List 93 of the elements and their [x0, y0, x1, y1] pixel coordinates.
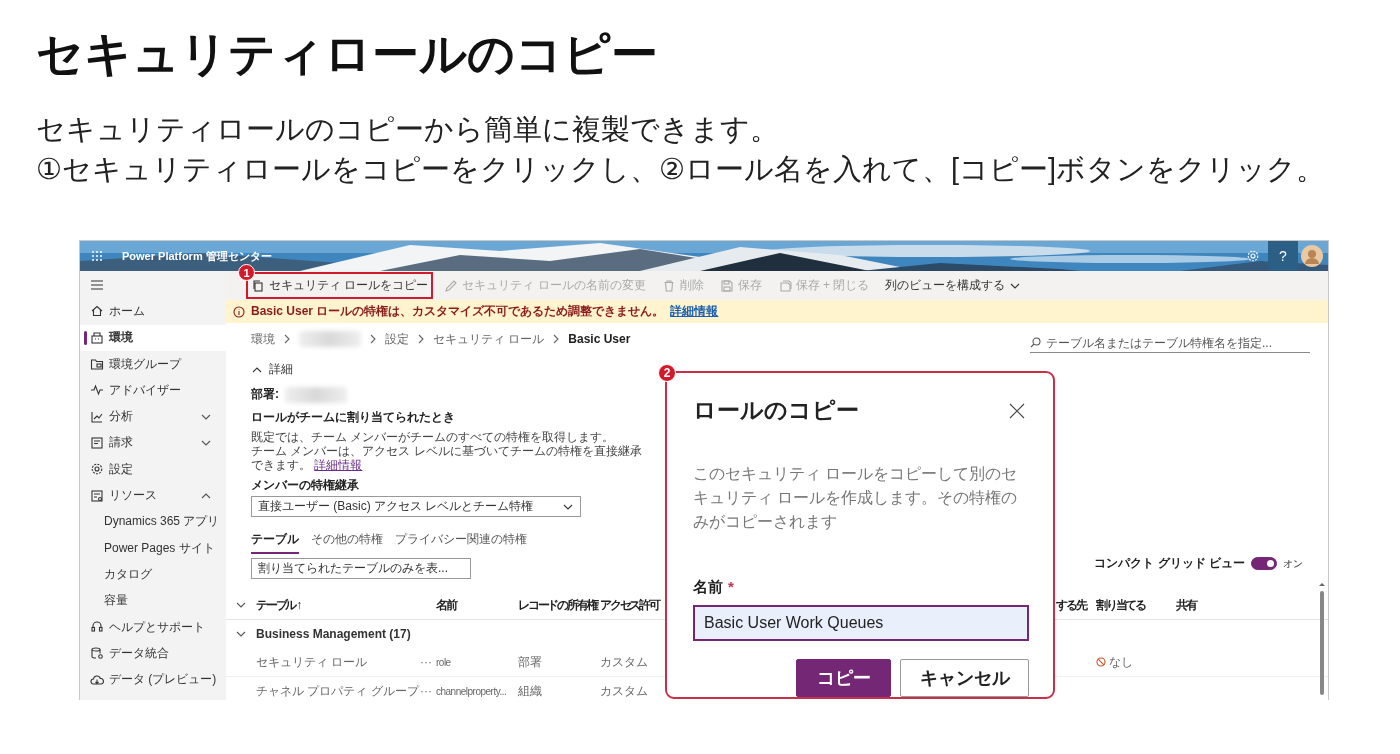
column-header[interactable]: する先: [1056, 591, 1096, 620]
sidebar-item[interactable]: 分析: [80, 403, 226, 430]
slide-text: ①セキュリティロールをコピーをクリックし、②ロール名を入れて、[コピー]ボタンをクリック。: [36, 152, 1327, 186]
slide-title: セキュリティロールのコピー: [36, 26, 659, 82]
dialog-text: このセキュリティ ロールをコピーして別のセキュリティ ロールを作成します。その特権のみがコピーされます: [693, 464, 1019, 532]
toggle-label: コンパクト グリッド ビュー: [1094, 555, 1245, 572]
sidebar-item[interactable]: 環境: [80, 324, 226, 351]
group-header: Business Management (17): [256, 626, 412, 643]
table-cell: なし: [1109, 653, 1133, 671]
filter-field[interactable]: 割り当てられたテーブルのみを表...: [251, 558, 471, 579]
help-text: 既定では、チーム メンバーがチームのすべての特権を取得します。: [251, 430, 615, 444]
help-text: チーム メンバーは、アクセス レベルに基づいてチームの特権を直接継承できます。 詳細情報: [251, 444, 643, 472]
command-button[interactable]: 列のビューを構成する: [882, 274, 1025, 297]
sidebar-item[interactable]: ホーム: [80, 298, 226, 325]
sidebar-item[interactable]: 環境グループ: [80, 350, 226, 378]
redacted-blur: [299, 331, 361, 347]
receipt-icon: [90, 435, 104, 450]
search-field[interactable]: テーブル名またはテーブル特権名を指定...: [1030, 333, 1310, 353]
breadcrumb-link[interactable]: セキュリティ ロール: [433, 330, 545, 348]
column-header[interactable]: テーブル ↑: [256, 591, 436, 620]
sidebar-item[interactable]: 請求: [80, 429, 226, 457]
column-header[interactable]: レコードの所有権: [518, 591, 600, 620]
gear-icon: [90, 462, 104, 477]
close-icon: [1008, 401, 1026, 420]
pencil-icon: [444, 278, 459, 293]
cloud-icon: [90, 672, 104, 687]
field-label: 名前: [693, 578, 723, 597]
waffle-icon: [91, 250, 103, 262]
help-link[interactable]: 詳細情報: [314, 458, 363, 472]
folder-icon: [90, 357, 104, 372]
breadcrumb-link[interactable]: 環境: [251, 330, 275, 348]
toggle-state: オン: [1283, 556, 1303, 571]
app-title: Power Platform 管理センター: [122, 248, 272, 264]
table-cell: セキュリティ ロール: [256, 648, 420, 677]
sidebar-item[interactable]: カタログ: [80, 561, 226, 588]
notice-link[interactable]: 詳細情報: [670, 303, 719, 320]
column-header[interactable]: 割り当てる: [1096, 591, 1176, 620]
inheritance-dropdown[interactable]: 直接ユーザー (Basic) アクセス レベルとチーム特権: [251, 496, 581, 517]
notice-text: Basic User ロールの特権は、カスタマイズ不可であるため調整できません。: [251, 303, 665, 320]
sidebar-item[interactable]: 容量: [80, 587, 226, 614]
copy-button[interactable]: コピー: [796, 659, 891, 697]
sidebar-item[interactable]: データ統合: [80, 640, 226, 667]
field-label: メンバーの特権継承: [251, 477, 359, 494]
table-cell: 組織: [518, 677, 600, 700]
scrollbar[interactable]: [1318, 581, 1326, 695]
name-field[interactable]: Basic User Work Queues: [693, 605, 1029, 641]
gear-icon: [1246, 249, 1260, 263]
database-icon: [90, 646, 104, 661]
table-cell: channelproperty...: [436, 677, 518, 700]
column-header[interactable]: 名前: [436, 591, 518, 620]
sidebar-item[interactable]: ヘルプとサポート: [80, 613, 226, 641]
save-icon: [777, 278, 792, 293]
table-cell: 部署: [518, 648, 600, 677]
required-mark: *: [728, 578, 734, 597]
field-label: 部署:: [251, 386, 279, 403]
table-cell: role: [436, 648, 518, 677]
slide-text: セキュリティロールのコピーから簡単に複製できます。: [36, 112, 780, 146]
callout-badge: 2: [658, 364, 676, 382]
search-icon: [1030, 337, 1041, 348]
more-button[interactable]: ···: [420, 677, 436, 700]
sidebar-item[interactable]: リソース: [80, 482, 226, 509]
home-icon: [90, 304, 104, 319]
redacted-blur: [285, 386, 347, 403]
section-subheading: ロールがチームに割り当てられたとき: [251, 409, 455, 426]
table-cell: チャネル プロパティ グループ: [256, 677, 420, 700]
close-button[interactable]: [1008, 401, 1026, 420]
sidebar-item[interactable]: 設定: [80, 456, 226, 483]
tab[interactable]: その他の特権: [311, 529, 383, 554]
cancel-button[interactable]: キャンセル: [900, 659, 1029, 697]
breadcrumb-current: Basic User: [568, 332, 631, 346]
breadcrumb-link[interactable]: 設定: [385, 330, 409, 348]
tab[interactable]: プライバシー関連の特権: [395, 529, 527, 554]
copy-icon: [251, 278, 265, 293]
chart-icon: [90, 409, 104, 424]
document-icon: [90, 488, 104, 503]
prohibited-icon: [1096, 657, 1106, 667]
help-button[interactable]: ?: [1268, 241, 1298, 271]
sidebar-item[interactable]: Power Pages サイト: [80, 534, 226, 562]
info-icon: [233, 305, 245, 318]
avatar-icon[interactable]: [1301, 245, 1323, 267]
section-heading: 詳細: [269, 361, 293, 378]
menu-icon: [90, 279, 104, 292]
more-button[interactable]: ···: [420, 648, 436, 677]
sidebar-item[interactable]: データ (プレビュー): [80, 666, 226, 693]
dialog-title: ロールのコピー: [693, 396, 859, 425]
pulse-icon: [90, 383, 104, 398]
sidebar-item[interactable]: Dynamics 365 アプリ: [80, 508, 226, 535]
sidebar-item[interactable]: アドバイザー: [80, 377, 226, 404]
tab[interactable]: テーブル: [251, 529, 299, 554]
save-icon: [719, 278, 734, 293]
toggle-switch[interactable]: [1251, 557, 1277, 570]
building-icon: [90, 330, 104, 345]
headset-icon: [90, 620, 104, 634]
